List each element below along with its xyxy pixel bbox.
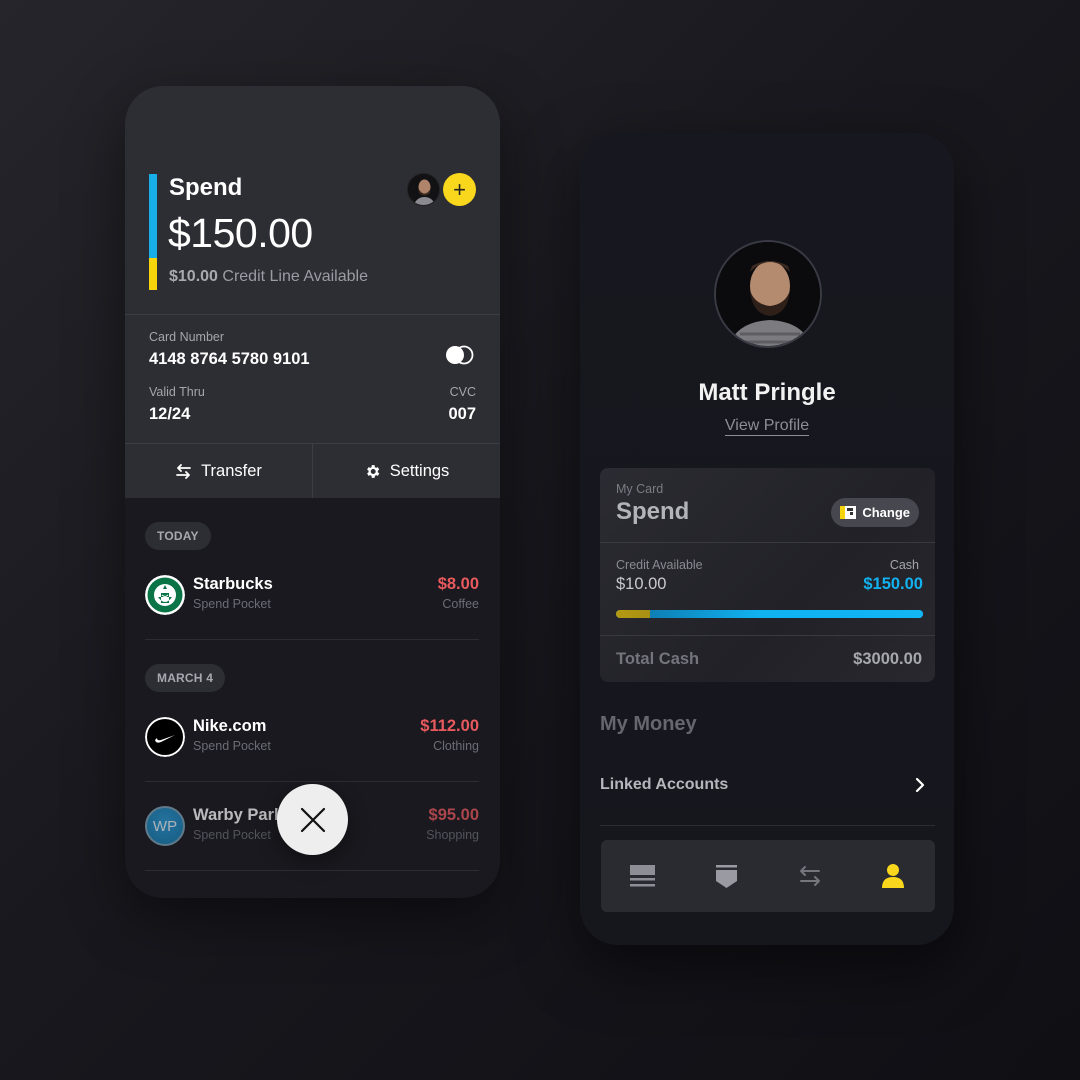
- cvc-value: 007: [448, 405, 476, 423]
- credit-available-label: Credit Available: [616, 558, 703, 572]
- divider: [145, 870, 479, 871]
- close-button[interactable]: [277, 784, 348, 855]
- nav-profile[interactable]: [852, 840, 936, 912]
- transaction-row[interactable]: Starbucks Spend Pocket $8.00 Coffee: [145, 565, 479, 625]
- transaction-row[interactable]: Nike.com Spend Pocket $112.00 Clothing: [145, 707, 479, 767]
- transaction-category: Shopping: [426, 828, 479, 842]
- nav-transfer[interactable]: [768, 840, 852, 912]
- total-cash-row: Total Cash $3000.00: [600, 637, 935, 682]
- profile-name: Matt Pringle: [698, 379, 836, 406]
- card-title: Spend: [169, 174, 243, 201]
- merchant-name: Starbucks: [193, 575, 273, 593]
- cash-value: $150.00: [863, 575, 923, 593]
- transaction-category: Coffee: [442, 597, 479, 611]
- card-number: 4148 8764 5780 9101: [149, 350, 310, 368]
- cards-list-icon: [630, 865, 656, 887]
- credit-amount: $10.00: [169, 268, 218, 285]
- transaction-amount: $8.00: [437, 575, 479, 593]
- logo-text: WP: [152, 817, 178, 835]
- settings-button[interactable]: Settings: [312, 444, 500, 498]
- credit-available-value: $10.00: [616, 575, 667, 593]
- balance-split-bar: [616, 610, 923, 618]
- transfer-button[interactable]: Transfer: [125, 444, 312, 498]
- profile-person-icon: [882, 864, 905, 888]
- date-badge: MARCH 4: [145, 664, 226, 692]
- cash-label: Cash: [889, 558, 919, 572]
- card-actions: Transfer Settings: [125, 443, 500, 498]
- section-heading: My Money: [600, 713, 697, 735]
- close-icon: [300, 807, 325, 832]
- plus-icon: +: [453, 176, 466, 202]
- card-details: Card Number 4148 8764 5780 9101 Valid Th…: [125, 314, 500, 443]
- transfer-arrows-icon: [176, 463, 191, 479]
- valid-thru-label: Valid Thru: [149, 385, 205, 399]
- add-button[interactable]: +: [443, 173, 476, 206]
- transfer-arrows-icon: [799, 866, 820, 886]
- pocket-label: Spend Pocket: [193, 828, 271, 842]
- linked-accounts-label: Linked Accounts: [600, 776, 729, 793]
- card-balance: $150.00: [168, 210, 313, 256]
- starbucks-logo: [145, 575, 185, 615]
- balance-section: Credit Available $10.00 Cash $150.00: [600, 544, 935, 636]
- cash-portion: [649, 610, 923, 618]
- change-card-button[interactable]: Change: [831, 498, 919, 527]
- cvc-label: CVC: [449, 385, 476, 399]
- bottom-nav: [601, 840, 935, 912]
- transaction-category: Clothing: [433, 739, 479, 753]
- change-label: Change: [862, 505, 910, 520]
- cash-accent: [149, 174, 157, 258]
- valid-thru: 12/24: [149, 405, 191, 423]
- nike-logo: [145, 717, 185, 757]
- transfer-label: Transfer: [201, 461, 262, 480]
- credit-accent: [149, 258, 157, 290]
- credit-line: $10.00 Credit Line Available: [169, 268, 368, 286]
- pocket-label: Spend Pocket: [193, 739, 271, 753]
- nav-pockets[interactable]: [685, 840, 769, 912]
- total-cash-value: $3000.00: [853, 650, 922, 668]
- transaction-amount: $95.00: [428, 806, 479, 824]
- card-network-icon: [446, 345, 474, 365]
- divider: [145, 639, 479, 640]
- my-card-header: My Card Spend Change: [600, 468, 935, 543]
- card-header: Spend $150.00 $10.00 Credit Line Availab…: [125, 86, 500, 314]
- chevron-right-icon: [915, 777, 925, 793]
- profile-screen: Matt Pringle View Profile My Card Spend …: [580, 133, 954, 945]
- view-profile-link[interactable]: View Profile: [580, 417, 954, 436]
- gear-icon: [366, 464, 379, 478]
- pocket-label: Spend Pocket: [193, 597, 271, 611]
- divider: [145, 781, 479, 782]
- card-number-label: Card Number: [149, 330, 225, 344]
- warby-parker-logo: WP: [145, 806, 185, 846]
- my-card-label: My Card: [616, 482, 664, 496]
- settings-label: Settings: [389, 461, 450, 480]
- avatar[interactable]: [407, 173, 440, 206]
- my-card-panel: My Card Spend Change Credit Available $1…: [600, 468, 935, 682]
- total-cash-label: Total Cash: [616, 650, 700, 668]
- profile-avatar[interactable]: [714, 240, 822, 348]
- card-swap-icon: [840, 506, 857, 519]
- linked-accounts-row[interactable]: Linked Accounts: [600, 753, 935, 826]
- credit-portion: [616, 610, 650, 618]
- merchant-name: Nike.com: [193, 717, 267, 735]
- date-badge: TODAY: [145, 522, 211, 550]
- spend-card-screen: Spend $150.00 $10.00 Credit Line Availab…: [125, 86, 500, 898]
- transaction-amount: $112.00: [420, 717, 479, 735]
- my-card-name: Spend: [616, 498, 690, 525]
- view-profile-label: View Profile: [724, 417, 810, 436]
- nav-cards[interactable]: [601, 840, 685, 912]
- balance-accent-bar: [149, 174, 157, 290]
- pocket-icon: [715, 864, 737, 888]
- credit-label: Credit Line Available: [222, 268, 368, 285]
